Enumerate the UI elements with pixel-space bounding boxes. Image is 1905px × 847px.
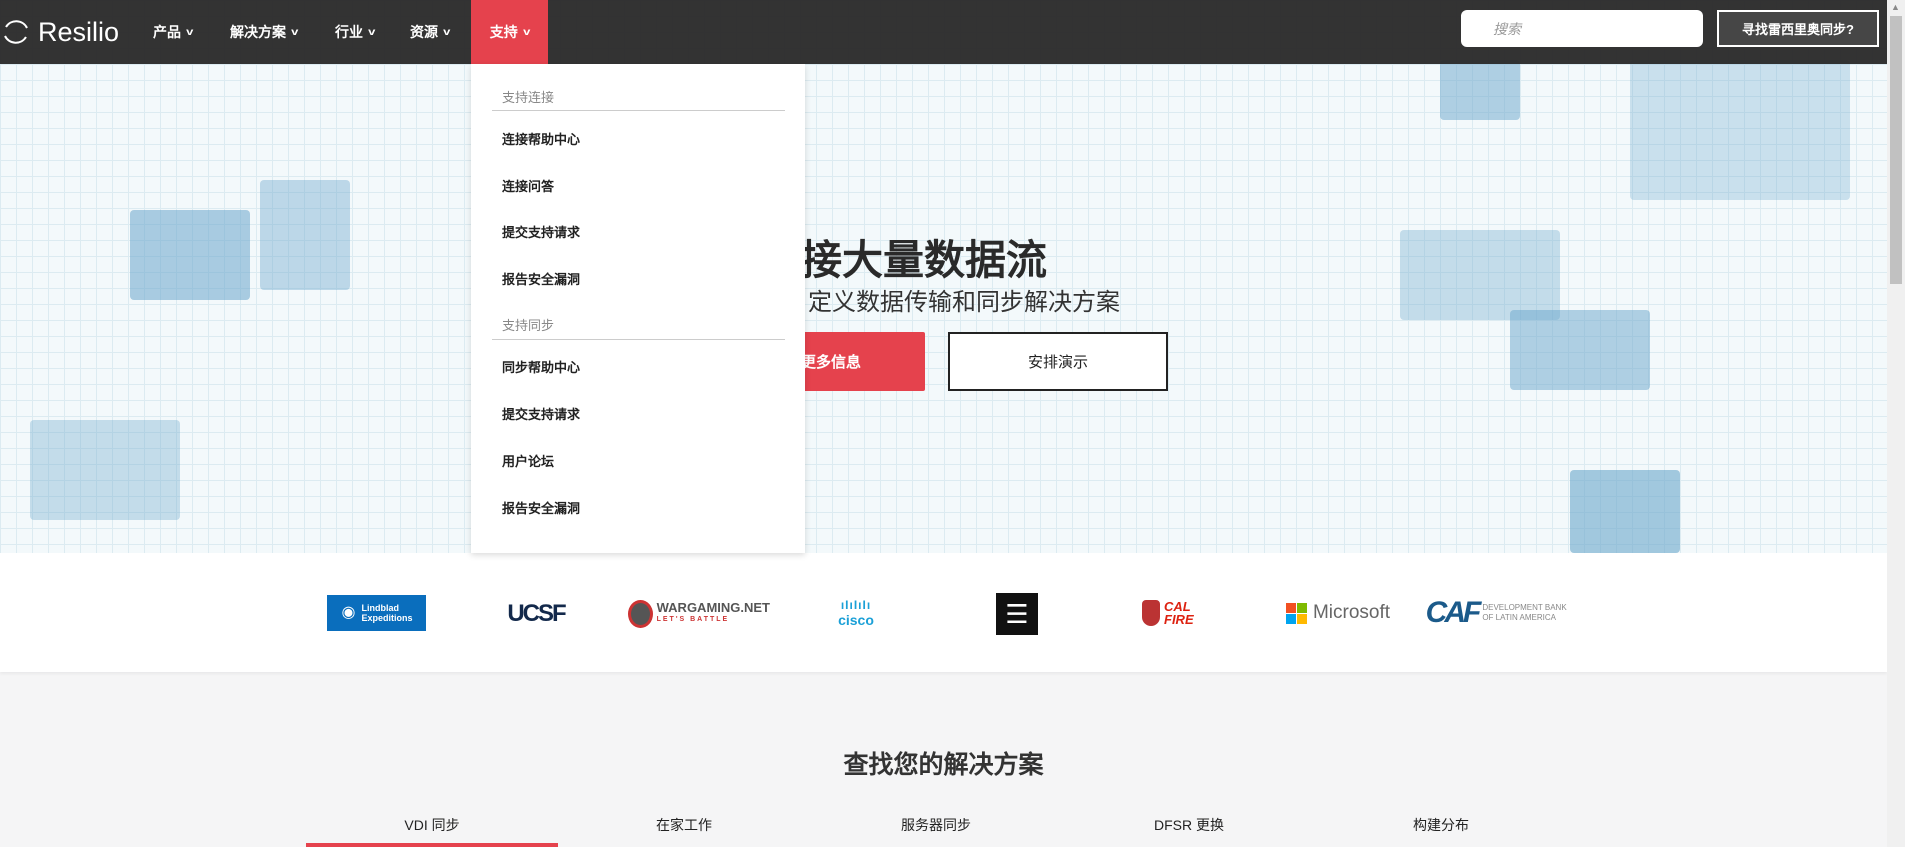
nav-resources[interactable]: 资源 v [396, 0, 464, 64]
support-dropdown-menu: 支持连接 连接帮助中心 连接问答 提交支持请求 报告安全漏洞 支持同步 同步帮助… [471, 64, 805, 553]
illustration-laptop [30, 420, 180, 520]
cisco-bars-icon: ıIıIıIı [840, 598, 872, 612]
illustration-sofa [1510, 310, 1650, 390]
customer-logos: ◉ Lindblad Expeditions UCSF WARGAMING.NET… [0, 553, 1887, 672]
page-scrollbar[interactable]: ▲ [1887, 0, 1905, 847]
menu-item-sync-report-vulnerability[interactable]: 报告安全漏洞 [502, 498, 580, 517]
logo-caf: CAF DEVELOPMENT BANK OF LATIN AMERICA [1421, 595, 1577, 631]
logo-tagline: LET'S BATTLE [656, 616, 730, 623]
microsoft-squares-icon [1285, 602, 1307, 624]
nav-label: 解决方案 [230, 24, 286, 40]
nav-label: 资源 [410, 24, 438, 40]
brand-logo[interactable]: Resilio [0, 14, 119, 50]
menu-item-sync-submit-request[interactable]: 提交支持请求 [502, 404, 580, 423]
logo-wargaming: WARGAMING.NET LET'S BATTLE [628, 597, 770, 631]
menu-item-connect-qa[interactable]: 连接问答 [502, 176, 554, 195]
illustration-table [1400, 230, 1560, 320]
menu-item-sync-help-center[interactable]: 同步帮助中心 [502, 357, 580, 376]
nav-solutions[interactable]: 解决方案 v [216, 0, 312, 64]
tab-build-distribution[interactable]: 构建分布 [1315, 815, 1567, 835]
menu-item-connect-report-vulnerability[interactable]: 报告安全漏洞 [502, 269, 580, 288]
nav-label: 产品 [153, 24, 181, 40]
divider [492, 339, 785, 340]
nav-label: 支持 [489, 24, 518, 40]
logo-microsoft: Microsoft [1282, 599, 1394, 627]
logo-tagline: DEVELOPMENT BANK OF LATIN AMERICA [1482, 603, 1567, 622]
nav-products[interactable]: 产品 v [139, 0, 207, 64]
illustration-server [1570, 470, 1680, 553]
chevron-down-icon: v [368, 26, 376, 38]
find-sync-button[interactable]: 寻找雷西里奥同步? [1717, 10, 1879, 47]
eye-icon: ◉ [341, 604, 356, 621]
chevron-down-icon: v [443, 26, 451, 38]
logo-h-mark: ☰ [996, 593, 1038, 635]
logo-text: WARGAMING.NET [656, 600, 770, 615]
illustration-monitors [260, 180, 350, 290]
section-header: 支持同步 [502, 318, 555, 333]
scroll-up-icon[interactable]: ▲ [1891, 2, 1900, 12]
logo-cisco: ıIıIıIı cisco [825, 593, 887, 633]
logo-text: CAL FIRE [1164, 599, 1194, 627]
top-nav: Resilio 产品 v 解决方案 v 行业 v 资源 v 支持 v 寻找雷西里奥同步? [0, 0, 1887, 64]
nav-industries[interactable]: 行业 v [321, 0, 389, 64]
calfire-badge-icon [1142, 600, 1160, 626]
nav-label: 行业 [335, 24, 363, 40]
section-header: 支持连接 [502, 90, 555, 105]
scrollbar-thumb[interactable] [1890, 16, 1902, 284]
tab-dfsr-replacement[interactable]: DFSR 更换 [1063, 815, 1315, 835]
brand-name: Resilio [38, 16, 120, 47]
hero-section: 连接大量数据流 和自定义数据传输和同步解决方案 更多信息 安排演示 [0, 0, 1887, 553]
illustration-desk [130, 210, 250, 300]
logo-lindblad: ◉ Lindblad Expeditions [327, 595, 426, 631]
schedule-demo-button[interactable]: 安排演示 [948, 332, 1168, 391]
logo-calfire: CAL FIRE [1138, 596, 1216, 630]
logo-text: cisco [838, 612, 874, 628]
tab-vdi-sync[interactable]: VDI 同步 [306, 815, 558, 835]
menu-item-user-forum[interactable]: 用户论坛 [502, 451, 554, 470]
chevron-down-icon: v [522, 26, 531, 38]
nav-support[interactable]: 支持 v [471, 0, 548, 64]
illustration-counter [1630, 60, 1850, 200]
sync-logo-icon [4, 20, 28, 44]
menu-item-connect-submit-request[interactable]: 提交支持请求 [502, 222, 580, 241]
menu-item-connect-help-center[interactable]: 连接帮助中心 [502, 129, 580, 148]
chevron-down-icon: v [291, 26, 299, 38]
tab-server-sync[interactable]: 服务器同步 [810, 815, 1062, 835]
illustration-chat [1440, 60, 1520, 120]
hero-subtitle: 和自定义数据传输和同步解决方案 [760, 289, 1120, 316]
wargaming-icon [628, 600, 653, 628]
divider [492, 110, 785, 111]
logo-text: Microsoft [1312, 602, 1391, 623]
logo-ucsf: UCSF [507, 600, 566, 627]
chevron-down-icon: v [186, 26, 194, 38]
tab-work-from-home[interactable]: 在家工作 [558, 815, 810, 835]
solutions-title: 查找您的解决方案 [843, 751, 1044, 779]
search-input[interactable] [1461, 10, 1703, 47]
logo-text: CAF [1425, 596, 1482, 629]
active-tab-indicator [306, 843, 558, 847]
logo-text: Lindblad Expeditions [361, 603, 413, 623]
